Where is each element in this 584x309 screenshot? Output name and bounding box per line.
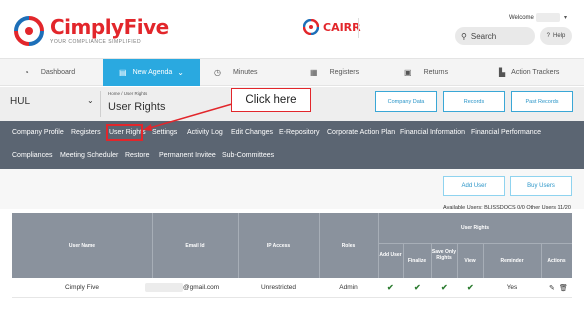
help-icon: ?	[546, 33, 550, 39]
subnav-edit-changes[interactable]: Edit Changes	[231, 129, 273, 136]
subnav-restore[interactable]: Restore	[125, 152, 150, 159]
check-icon[interactable]: ✔	[414, 283, 421, 292]
nav-registers-label: Registers	[329, 69, 360, 76]
buy-users-button[interactable]: Buy Users	[510, 176, 572, 196]
nav-registers[interactable]: ▦ Registers	[310, 59, 359, 86]
company-data-button[interactable]: Company Data	[375, 91, 437, 112]
cairr-logo[interactable]: CAIRR	[303, 19, 361, 35]
chevron-down-icon[interactable]: ⌄	[87, 96, 94, 105]
click-here-callout: Click here	[231, 88, 311, 112]
subnav-company-profile[interactable]: Company Profile	[12, 129, 64, 136]
help-button[interactable]: ? Help	[540, 27, 572, 45]
breadcrumb: Home / User Rights	[108, 91, 148, 96]
chevron-down-icon[interactable]: ▾	[564, 14, 567, 21]
subnav-financial-performance[interactable]: Financial Performance	[471, 129, 541, 136]
chevron-down-icon: ⌄	[177, 68, 184, 77]
check-icon[interactable]: ✔	[387, 283, 394, 292]
nav-dashboard[interactable]: ◔ Dashboard	[24, 59, 75, 86]
document-icon: ▣	[404, 68, 412, 77]
welcome-label: Welcome	[509, 15, 534, 21]
tracker-icon: ▙	[499, 68, 506, 77]
nav-minutes-label: Minutes	[232, 69, 258, 76]
company-select[interactable]: HUL	[10, 96, 30, 107]
check-icon[interactable]: ✔	[441, 283, 448, 292]
col-reminder: Reminder	[500, 258, 524, 264]
nav-new-agenda-label: New Agenda	[132, 69, 173, 76]
check-icon[interactable]: ✔	[467, 283, 474, 292]
subnav-financial-information[interactable]: Financial Information	[400, 129, 465, 136]
product-name: CAIRR	[323, 20, 361, 34]
col-finalize: Finalize	[407, 258, 427, 264]
nav-action-trackers-label: Action Trackers	[511, 69, 560, 76]
subheader-add-user	[378, 243, 403, 278]
col-user-name: User Name	[68, 243, 96, 249]
col-save-only-rights: Save Only Rights	[431, 249, 457, 261]
subnav-registers[interactable]: Registers	[71, 129, 101, 136]
cell-user-name: Cimply Five	[65, 284, 99, 291]
clock-icon: ◷	[214, 68, 221, 77]
search-label: Search	[470, 31, 497, 41]
edit-icon[interactable]: ✎	[549, 284, 555, 292]
table-row[interactable]: Cimply Five @gmail.com Unrestricted Admi…	[12, 278, 572, 298]
agenda-icon: ▤	[119, 68, 127, 77]
main-nav: ◔ Dashboard ▤ New Agenda ⌄ ◷ Minutes ▦ R…	[0, 58, 584, 86]
cell-roles: Admin	[339, 284, 358, 291]
nav-action-trackers[interactable]: ▙ Action Trackers	[499, 59, 559, 86]
nav-dashboard-label: Dashboard	[40, 69, 76, 76]
user-name-redacted[interactable]	[536, 13, 560, 22]
cimplyfive-logo-mark	[14, 16, 44, 46]
page-title: User Rights	[108, 101, 166, 113]
user-rights-table: User Name Email Id IP Access Roles User …	[12, 213, 572, 309]
col-email: Email Id	[185, 243, 205, 249]
subnav-corporate-action-plan[interactable]: Corporate Action Plan	[327, 129, 395, 136]
delete-icon[interactable]: 🗑	[559, 284, 568, 292]
subnav-e-repository[interactable]: E-Repository	[279, 129, 319, 136]
cairr-logo-mark	[303, 19, 319, 35]
email-redacted	[145, 283, 183, 292]
col-view: View	[464, 258, 476, 264]
col-add-user: Add User	[379, 252, 402, 258]
cell-ip-access: Unrestricted	[260, 284, 297, 291]
dashboard-icon: ◔	[24, 68, 29, 77]
subnav-permanent-invitee[interactable]: Permanent Invitee	[159, 152, 216, 159]
brand-name: CimplyFive	[50, 15, 169, 39]
add-user-button[interactable]: Add User	[443, 176, 505, 196]
company-divider	[100, 91, 101, 117]
col-roles: Roles	[341, 243, 356, 249]
search-button[interactable]: ⚲ Search	[455, 27, 535, 45]
nav-new-agenda[interactable]: ▤ New Agenda ⌄	[103, 59, 200, 86]
user-rights-highlight	[106, 124, 143, 141]
col-user-rights: User Rights	[460, 225, 490, 231]
help-label: Help	[553, 33, 566, 39]
cell-email: @gmail.com	[183, 284, 220, 291]
brand-tagline: YOUR COMPLIANCE SIMPLIFIED	[50, 39, 142, 45]
available-users-text: Available Users: BLISSDOCS 0/0 Other Use…	[443, 205, 571, 211]
col-ip-access: IP Access	[266, 243, 291, 249]
app-header: CimplyFive YOUR COMPLIANCE SIMPLIFIED CA…	[0, 0, 584, 56]
subnav-compliances[interactable]: Compliances	[12, 152, 52, 159]
search-icon: ⚲	[461, 31, 467, 41]
settings-subnav: Company Profile Registers User Rights Se…	[0, 121, 584, 169]
cimplyfive-logo[interactable]: CimplyFive YOUR COMPLIANCE SIMPLIFIED	[14, 16, 169, 46]
subnav-activity-log[interactable]: Activity Log	[187, 129, 223, 136]
header-divider	[358, 18, 359, 38]
subnav-settings[interactable]: Settings	[152, 129, 177, 136]
nav-minutes[interactable]: ◷ Minutes	[214, 59, 258, 86]
cell-reminder: Yes	[506, 284, 518, 291]
register-icon: ▦	[310, 68, 318, 77]
subnav-sub-committees[interactable]: Sub-Committees	[222, 152, 274, 159]
nav-returns[interactable]: ▣ Returns	[404, 59, 448, 86]
records-button[interactable]: Records	[443, 91, 505, 112]
nav-returns-label: Returns	[423, 69, 449, 76]
subnav-meeting-scheduler[interactable]: Meeting Scheduler	[60, 152, 118, 159]
past-records-button[interactable]: Past Records	[511, 91, 573, 112]
col-actions: Actions	[547, 258, 566, 264]
